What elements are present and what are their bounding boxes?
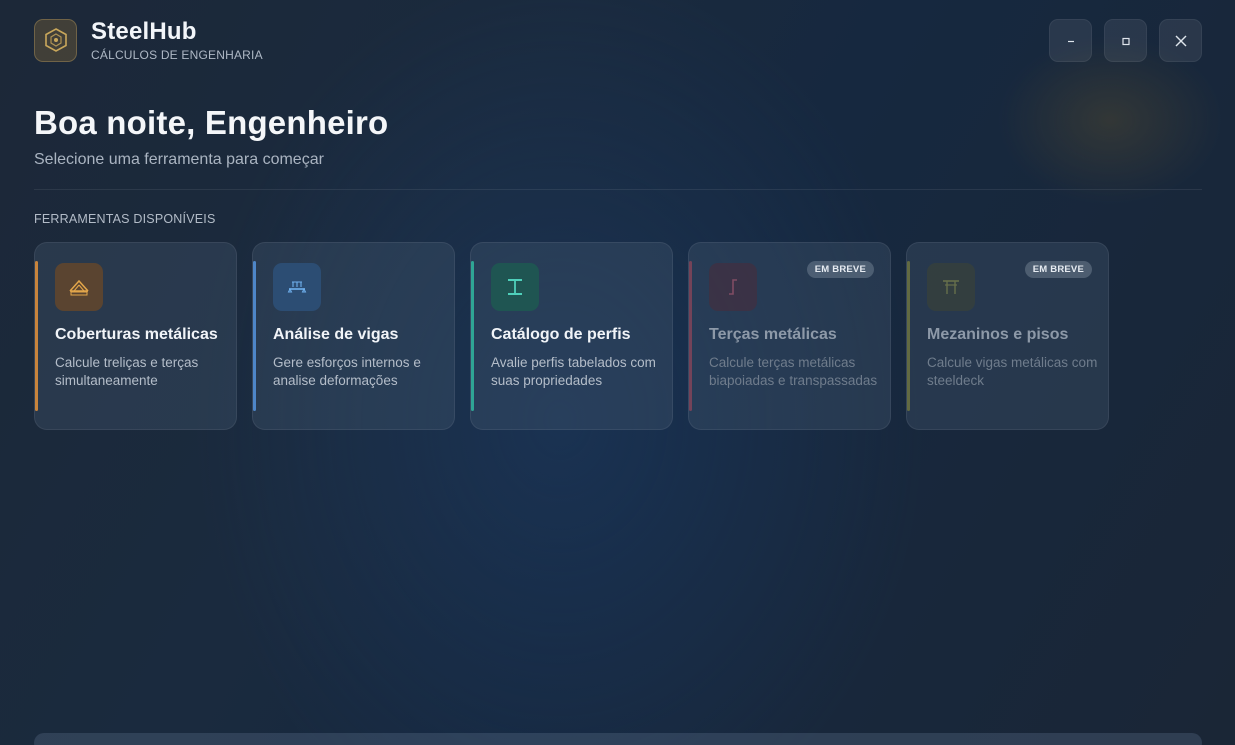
app-subtitle: CÁLCULOS DE ENGENHARIA <box>91 48 263 62</box>
coming-soon-badge: EM BREVE <box>1024 261 1092 278</box>
maximize-button[interactable] <box>1104 19 1147 62</box>
card-accent <box>907 261 910 411</box>
close-button[interactable] <box>1159 19 1202 62</box>
maximize-icon <box>1121 37 1130 45</box>
card-description: Calcule vigas metálicas com steeldeck <box>927 355 1098 388</box>
card-title: Coberturas metálicas <box>55 326 218 343</box>
tool-cards: Coberturas metálicas Calcule treliças e … <box>34 242 1109 430</box>
tool-card-mezaninos: EM BREVE Mezaninos e pisos Calcule vigas… <box>906 242 1109 430</box>
minimize-icon <box>1067 40 1074 42</box>
card-accent <box>253 261 256 411</box>
close-icon <box>1175 35 1186 46</box>
footer-status-bar <box>34 733 1202 745</box>
card-accent <box>35 261 38 411</box>
hexagon-steel-icon <box>34 18 77 62</box>
roof-truss-icon <box>55 263 103 311</box>
card-description: Gere esforços internos e analise deforma… <box>273 355 421 388</box>
mezzanine-icon <box>927 263 975 311</box>
coming-soon-badge: EM BREVE <box>806 261 874 278</box>
divider <box>34 189 1202 190</box>
tool-card-coberturas[interactable]: Coberturas metálicas Calcule treliças e … <box>34 242 237 430</box>
card-description: Calcule treliças e terças simultaneament… <box>55 355 199 388</box>
card-description: Avalie perfis tabelados com suas proprie… <box>491 355 656 388</box>
app-name: SteelHub <box>91 18 197 45</box>
card-title: Catálogo de perfis <box>491 326 631 343</box>
beam-load-icon <box>273 263 321 311</box>
card-description: Calcule terças metálicas biapoiadas e tr… <box>709 355 878 388</box>
greeting-heading: Boa noite, Engenheiro <box>34 104 389 141</box>
card-accent <box>471 261 474 411</box>
app-titles: SteelHub CÁLCULOS DE ENGENHARIA <box>91 18 263 62</box>
card-accent <box>689 261 692 411</box>
card-title: Análise de vigas <box>273 326 399 343</box>
card-title: Terças metálicas <box>709 326 837 343</box>
app-header: SteelHub CÁLCULOS DE ENGENHARIA <box>34 18 263 62</box>
card-title: Mezaninos e pisos <box>927 326 1069 343</box>
purlin-icon <box>709 263 757 311</box>
tool-card-perfis[interactable]: Catálogo de perfis Avalie perfis tabelad… <box>470 242 673 430</box>
greeting-subtitle: Selecione uma ferramenta para começar <box>34 151 324 168</box>
i-beam-profile-icon <box>491 263 539 311</box>
tool-card-vigas[interactable]: Análise de vigas Gere esforços internos … <box>252 242 455 430</box>
minimize-button[interactable] <box>1049 19 1092 62</box>
tool-card-tercas: EM BREVE Terças metálicas Calcule terças… <box>688 242 891 430</box>
window-controls <box>1049 19 1202 62</box>
section-title: FERRAMENTAS DISPONÍVEIS <box>34 212 216 226</box>
